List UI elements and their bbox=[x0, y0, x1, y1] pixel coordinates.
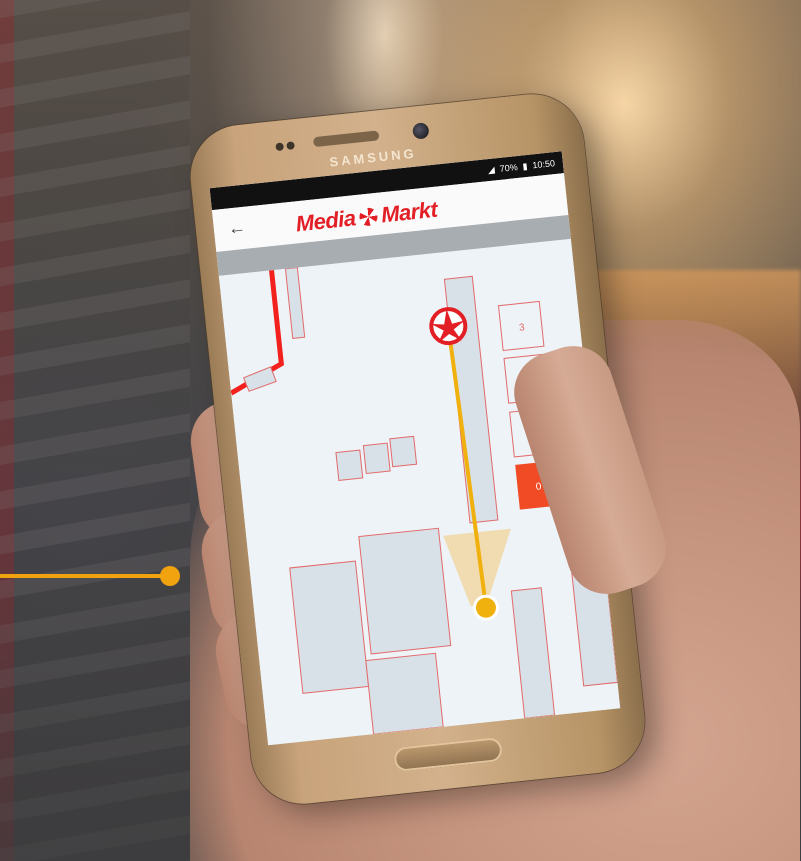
home-button[interactable] bbox=[393, 736, 504, 773]
callout-line bbox=[0, 574, 166, 578]
front-sensor-icon bbox=[286, 141, 295, 150]
destination-marker[interactable] bbox=[429, 307, 468, 346]
shelf-block bbox=[365, 652, 444, 735]
signal-icon: ◢ bbox=[487, 163, 496, 175]
arrow-left-icon[interactable]: ← bbox=[227, 217, 247, 239]
shelf-block bbox=[358, 527, 452, 655]
clock-time: 10:50 bbox=[531, 158, 556, 171]
store-scene: SAMSUNG ◢ 70% ▮ 10:50 ← Media Markt 3 0 bbox=[0, 0, 801, 861]
shelf-block bbox=[289, 560, 370, 694]
display-table bbox=[335, 449, 364, 481]
display-table bbox=[362, 442, 391, 475]
phone-brand: SAMSUNG bbox=[328, 145, 418, 170]
front-sensor-icon bbox=[275, 142, 285, 152]
battery-icon: ▮ bbox=[521, 160, 528, 171]
callout-dot bbox=[160, 566, 180, 586]
front-camera-icon bbox=[411, 122, 430, 140]
logo-text-right: Markt bbox=[379, 196, 439, 228]
battery-percent: 70% bbox=[499, 162, 519, 174]
display-table bbox=[389, 435, 418, 468]
logo-text-left: Media bbox=[294, 205, 357, 237]
earpiece-speaker bbox=[312, 130, 380, 148]
spiral-logo-icon bbox=[358, 206, 379, 227]
